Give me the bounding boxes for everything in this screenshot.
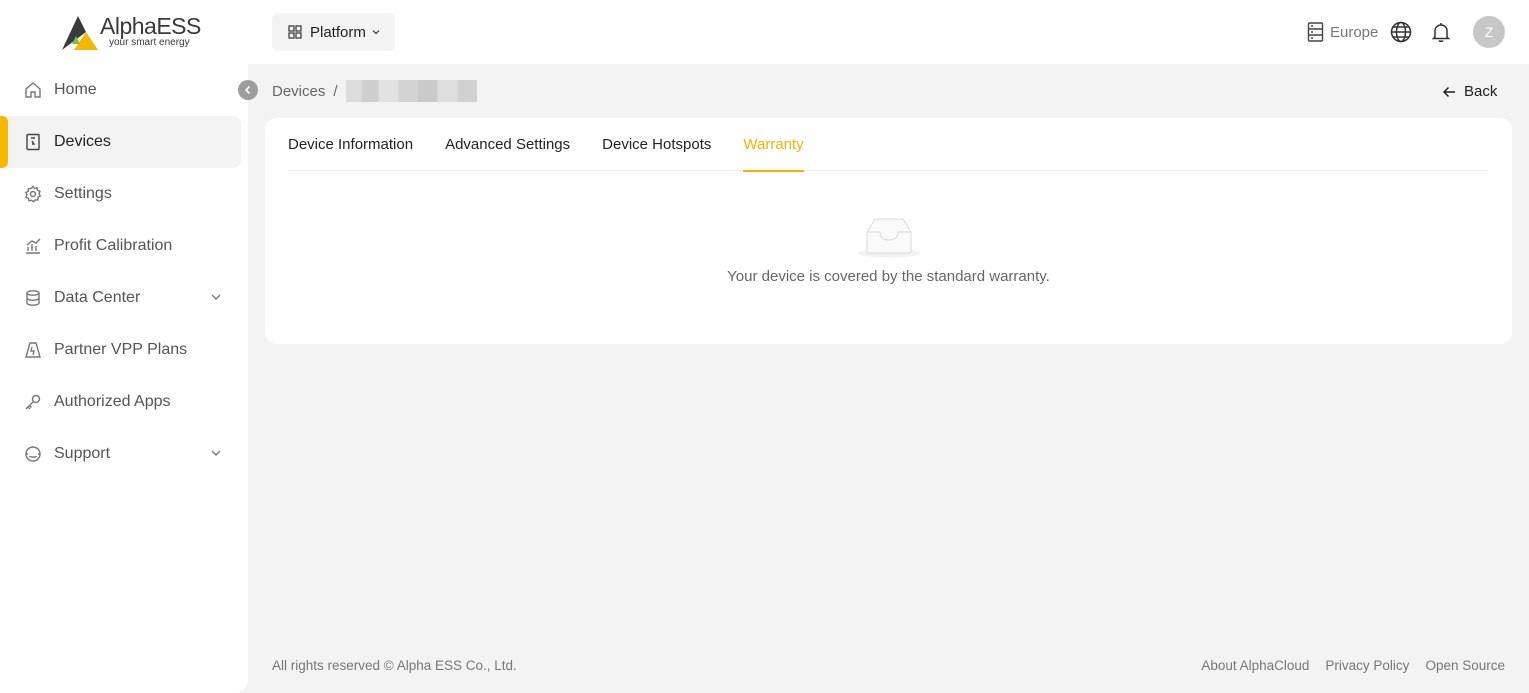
empty-state-text: Your device is covered by the standard w… bbox=[727, 268, 1050, 285]
sidebar-item-label: Profit Calibration bbox=[54, 237, 173, 254]
key-icon bbox=[24, 393, 42, 411]
vpp-icon bbox=[24, 341, 42, 359]
back-label: Back bbox=[1464, 83, 1498, 100]
footer-link-about[interactable]: About AlphaCloud bbox=[1201, 658, 1309, 673]
top-bar: Platform Europe Z bbox=[248, 0, 1529, 64]
footer-link-privacy[interactable]: Privacy Policy bbox=[1325, 658, 1409, 673]
redacted-device-id bbox=[345, 80, 477, 102]
device-detail-card: Device Information Advanced Settings Dev… bbox=[265, 118, 1512, 344]
tab-advanced-settings[interactable]: Advanced Settings bbox=[445, 118, 570, 171]
footer-copyright: All rights reserved © Alpha ESS Co., Ltd… bbox=[272, 658, 517, 673]
tab-warranty[interactable]: Warranty bbox=[743, 118, 804, 172]
chevron-down-icon[interactable] bbox=[210, 291, 222, 303]
database-icon bbox=[24, 289, 42, 307]
platform-label: Platform bbox=[310, 23, 366, 41]
tab-device-hotspots[interactable]: Device Hotspots bbox=[602, 118, 711, 171]
sidebar-item-label: Home bbox=[54, 81, 97, 98]
footer-link-open-source[interactable]: Open Source bbox=[1425, 658, 1505, 673]
footer-links: About AlphaCloud Privacy Policy Open Sou… bbox=[1185, 658, 1505, 673]
chevron-left-icon bbox=[244, 85, 251, 95]
sidebar-nav: Home Devices Settings Profit Calibration… bbox=[0, 64, 248, 480]
arrow-left-icon bbox=[1442, 86, 1455, 97]
bell-icon[interactable] bbox=[1430, 21, 1452, 43]
sidebar-item-label: Partner VPP Plans bbox=[54, 341, 188, 358]
breadcrumb-separator: / bbox=[333, 82, 338, 100]
region-selector[interactable]: Europe bbox=[1307, 22, 1378, 42]
sidebar-item-support[interactable]: Support bbox=[0, 428, 248, 480]
tab-device-information[interactable]: Device Information bbox=[288, 118, 413, 171]
support-icon bbox=[24, 445, 42, 463]
home-icon bbox=[24, 81, 42, 99]
platform-dropdown[interactable]: Platform bbox=[272, 13, 395, 51]
sidebar-item-partner-vpp-plans[interactable]: Partner VPP Plans bbox=[0, 324, 248, 376]
chart-icon bbox=[24, 237, 42, 255]
sidebar-item-label: Support bbox=[54, 445, 111, 462]
sidebar-item-label: Devices bbox=[54, 133, 111, 150]
grid-icon bbox=[288, 25, 302, 39]
sidebar-item-profit-calibration[interactable]: Profit Calibration bbox=[0, 220, 248, 272]
chevron-down-icon[interactable] bbox=[210, 447, 222, 459]
sidebar-item-devices[interactable]: Devices bbox=[0, 116, 241, 168]
chevron-down-icon bbox=[372, 30, 380, 35]
breadcrumb: Devices / bbox=[272, 80, 477, 102]
empty-inbox-icon bbox=[858, 218, 920, 258]
device-icon bbox=[24, 133, 42, 151]
brand-name: AlphaESS bbox=[100, 13, 201, 39]
avatar[interactable]: Z bbox=[1473, 16, 1505, 48]
gear-icon bbox=[24, 185, 42, 203]
back-button[interactable]: Back bbox=[1442, 83, 1497, 100]
globe-icon[interactable] bbox=[1390, 21, 1412, 43]
server-icon bbox=[1307, 22, 1324, 42]
sidebar: AlphaESS your smart energy Home Devices … bbox=[0, 0, 248, 693]
sidebar-item-label: Data Center bbox=[54, 289, 141, 306]
sidebar-item-label: Authorized Apps bbox=[54, 393, 171, 410]
sidebar-item-authorized-apps[interactable]: Authorized Apps bbox=[0, 376, 248, 428]
device-tabs: Device Information Advanced Settings Dev… bbox=[288, 118, 1488, 172]
sidebar-collapse-button[interactable] bbox=[238, 80, 258, 100]
sidebar-item-settings[interactable]: Settings bbox=[0, 168, 248, 220]
breadcrumb-devices-link[interactable]: Devices bbox=[272, 83, 325, 100]
sidebar-item-home[interactable]: Home bbox=[0, 64, 248, 116]
brand-tagline: your smart energy bbox=[109, 37, 190, 48]
region-label: Europe bbox=[1330, 23, 1379, 41]
alphaess-logo-icon bbox=[62, 16, 98, 50]
brand-logo[interactable]: AlphaESS your smart energy bbox=[60, 12, 201, 52]
sidebar-item-label: Settings bbox=[54, 185, 112, 202]
sidebar-item-data-center[interactable]: Data Center bbox=[0, 272, 248, 324]
